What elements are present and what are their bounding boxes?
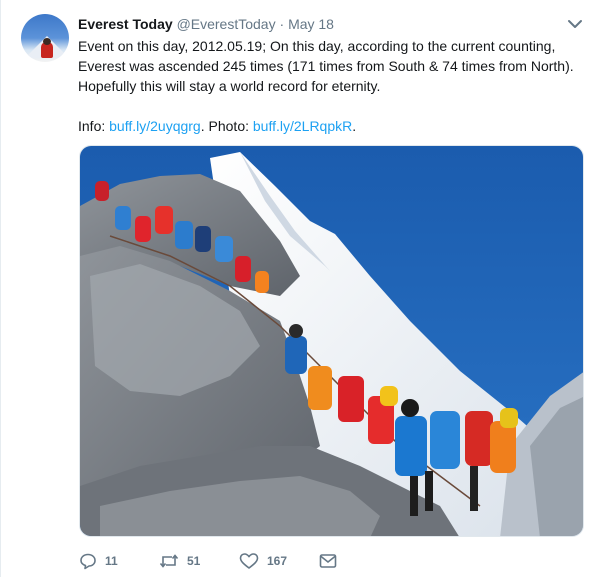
photo-link[interactable]: buff.ly/2LRqpkR (253, 118, 352, 134)
tweet-text-line: Hopefully this will stay a world record … (78, 78, 381, 94)
avatar[interactable] (21, 14, 69, 62)
author-name[interactable]: Everest Today (78, 16, 173, 32)
retweet-icon (159, 554, 179, 568)
reply-count: 11 (105, 554, 118, 568)
like-button[interactable]: 167 (239, 551, 287, 571)
heart-icon (239, 553, 259, 569)
tweet-text-line: Event on this day, 2012.05.19; On this d… (78, 38, 556, 54)
tweet-text-line: Everest was ascended 245 times (171 time… (78, 58, 574, 74)
info-prefix: Info: (78, 118, 110, 134)
direct-message-icon (319, 554, 337, 568)
tweet-text: Event on this day, 2012.05.19; On this d… (78, 36, 588, 136)
reply-button[interactable]: 11 (79, 551, 118, 571)
like-count: 167 (267, 554, 288, 568)
photo-suffix: . (352, 118, 357, 134)
tweet-photo[interactable] (79, 145, 584, 537)
retweet-count: 51 (187, 554, 201, 568)
chevron-down-icon[interactable] (566, 17, 584, 31)
reply-icon (80, 553, 96, 570)
retweet-button[interactable]: 51 (159, 551, 200, 571)
tweet-links-line: Info: buff.ly/2uyqgrg. Photo: buff.ly/2L… (78, 116, 588, 136)
info-link[interactable]: buff.ly/2uyqgrg (109, 118, 201, 134)
tweet-card[interactable]: Everest Today @EverestToday · May 18 Eve… (0, 0, 608, 577)
tweet-date[interactable]: May 18 (288, 16, 334, 32)
avatar-climber-head (43, 38, 51, 45)
everest-photo (80, 146, 583, 536)
tweet-header: Everest Today @EverestToday · May 18 (78, 15, 334, 33)
message-button[interactable] (319, 551, 337, 571)
photo-prefix: . Photo: (200, 118, 253, 134)
author-handle[interactable]: @EverestToday (177, 16, 276, 32)
header-separator: · (279, 16, 285, 32)
